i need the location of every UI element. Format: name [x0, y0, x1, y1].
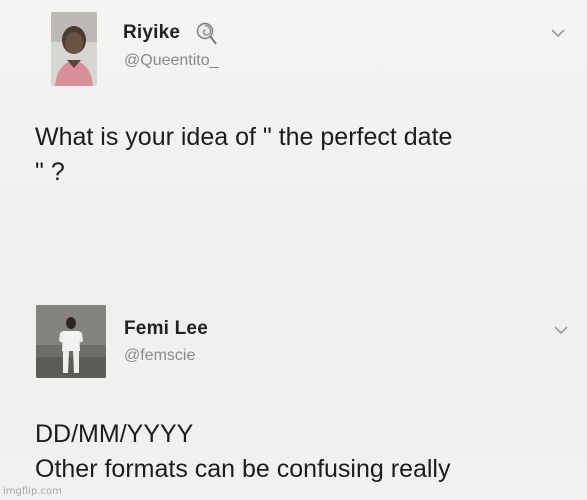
chevron-down-icon[interactable]	[553, 325, 569, 335]
display-name[interactable]: Femi Lee	[124, 318, 208, 340]
avatar-photo	[51, 12, 97, 86]
tweet-card[interactable]: Riyike @Queentito_ What is your idea of …	[0, 0, 587, 270]
tweet-card[interactable]: Femi Lee @femscie DD/MM/YYYY Other forma…	[0, 290, 587, 500]
display-name[interactable]: Riyike	[123, 22, 180, 44]
tweet-text: What is your idea of " the perfect date …	[35, 120, 565, 190]
handle[interactable]: @femscie	[124, 347, 195, 365]
tweet-text-line: What is your idea of " the perfect date	[35, 123, 453, 151]
watermark: imgflip.com	[3, 486, 62, 497]
avatar-photo	[36, 305, 106, 378]
avatar[interactable]	[51, 12, 97, 86]
tweet-text-line: DD/MM/YYYY	[35, 420, 194, 448]
chevron-down-icon[interactable]	[550, 28, 566, 38]
tweet-text-line: Other formats can be confusing really	[35, 455, 451, 483]
tweet-text: DD/MM/YYYY Other formats can be confusin…	[35, 417, 575, 487]
avatar[interactable]	[36, 305, 106, 378]
handle[interactable]: @Queentito_	[124, 52, 219, 70]
lollipop-icon	[196, 22, 217, 45]
screenshot-page: Riyike @Queentito_ What is your idea of …	[0, 0, 587, 500]
tweet-text-line: " ?	[35, 158, 65, 186]
